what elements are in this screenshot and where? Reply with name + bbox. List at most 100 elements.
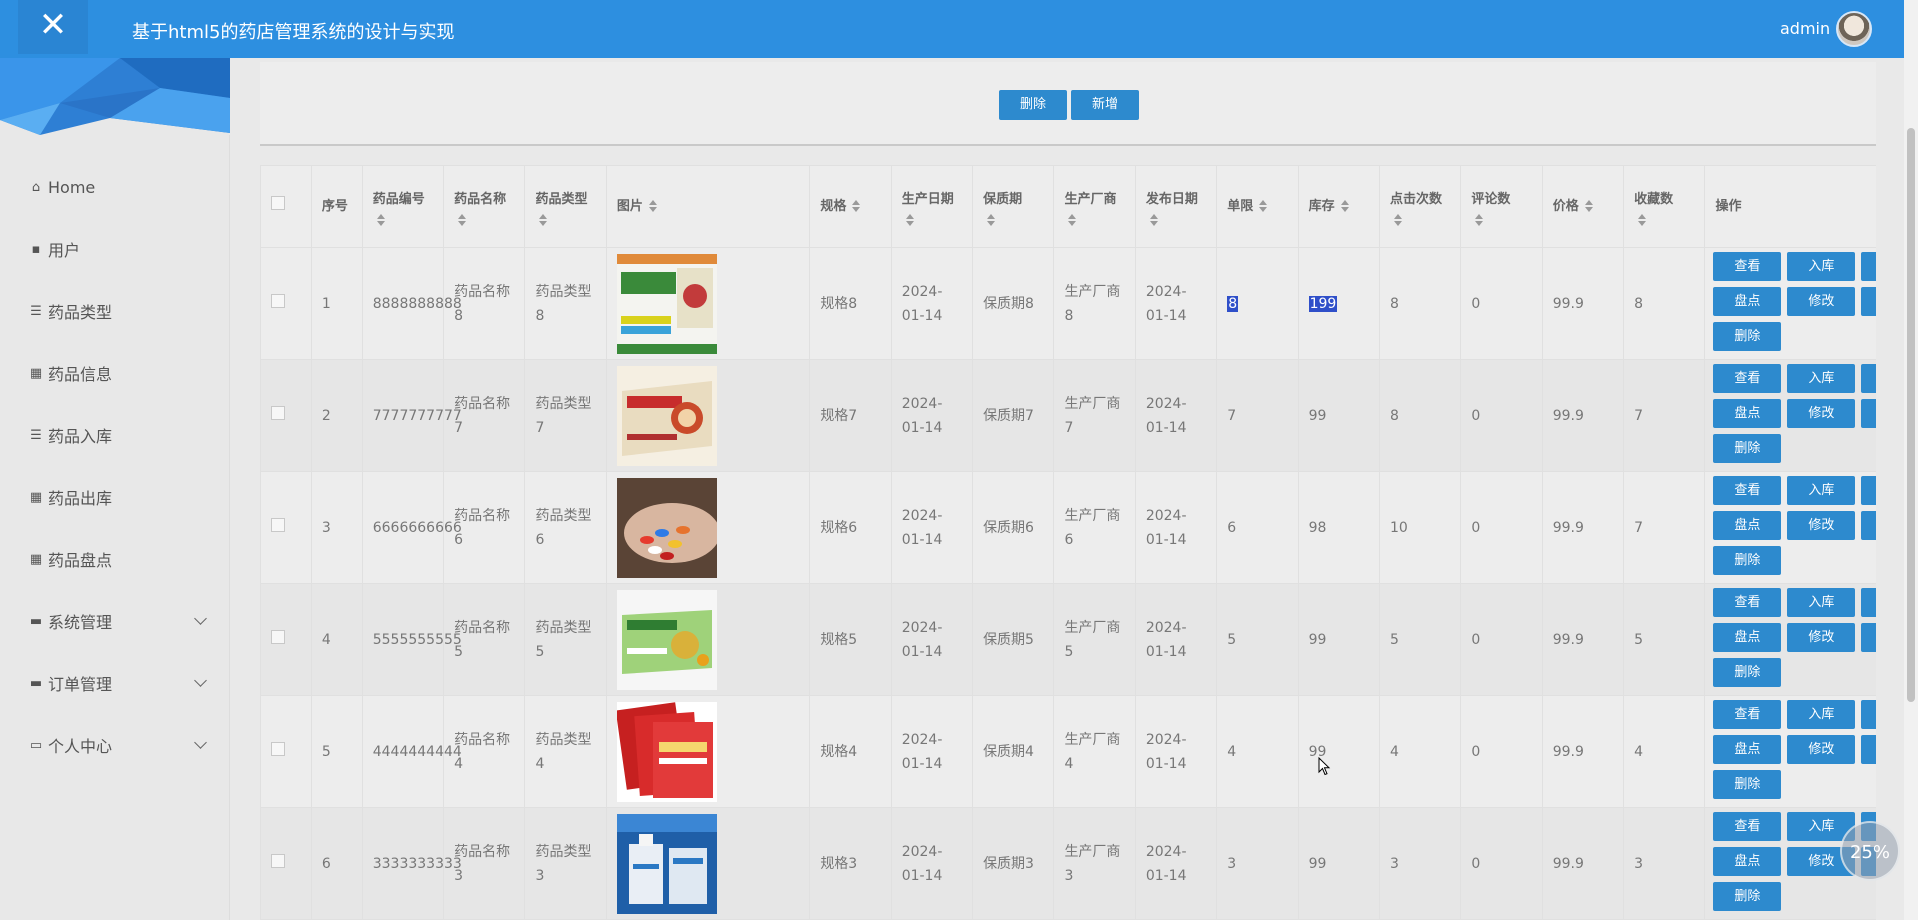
sort-icon[interactable] (1393, 213, 1402, 226)
add-button[interactable]: 新增 (1071, 90, 1139, 120)
column-header[interactable]: 发布日期 (1134, 165, 1218, 248)
edit-button[interactable]: 修改 (1787, 399, 1856, 428)
row-checkbox[interactable] (271, 629, 285, 644)
table-row[interactable]: 2 7777777777 药品名称7 药品类型7 规格7 2024-01-14 保质期7 生产… (260, 359, 1876, 472)
query-button[interactable]: 查看 (1861, 287, 1876, 316)
stock-out-button[interactable]: 出库 (1861, 476, 1876, 505)
column-header[interactable]: 药品名称 (443, 165, 526, 248)
inventory-button[interactable]: 盘点 (1713, 623, 1782, 652)
column-header[interactable]: 药品编号 (361, 165, 445, 248)
page-scrollbar-thumb[interactable] (1907, 128, 1915, 702)
sort-icon[interactable] (1475, 213, 1484, 226)
sidebar-item[interactable]: ▭ 个人中心 (0, 714, 230, 776)
sort-icon[interactable] (1584, 200, 1593, 212)
edit-button[interactable]: 修改 (1787, 735, 1856, 764)
inventory-button[interactable]: 盘点 (1713, 511, 1782, 540)
edit-button[interactable]: 修改 (1787, 287, 1856, 316)
table-row[interactable]: 5 4444444444 药品名称4 药品类型4 规格4 2024-01-14 保质期4 生产… (260, 695, 1876, 808)
sort-icon[interactable] (987, 213, 996, 226)
avatar[interactable] (1836, 11, 1872, 47)
row-checkbox[interactable] (271, 517, 285, 532)
sort-icon[interactable] (648, 200, 657, 212)
sidebar-item[interactable]: ▦ 药品出库 (0, 466, 230, 528)
row-checkbox[interactable] (271, 741, 285, 756)
column-header[interactable]: 保质期 (972, 165, 1055, 248)
drug-image[interactable] (616, 477, 799, 578)
table-row[interactable]: 1 8888888888 药品名称8 药品类型8 规格8 2024-01-14 保质期8 生产… (260, 247, 1876, 360)
stock-out-button[interactable]: 出库 (1861, 364, 1876, 393)
sidebar-item[interactable]: ▪ 用户 (0, 218, 230, 280)
select-all-checkbox[interactable] (271, 195, 285, 210)
edit-button[interactable]: 修改 (1787, 511, 1856, 540)
stock-in-button[interactable]: 入库 (1787, 476, 1856, 505)
delete-row-button[interactable]: 删除 (1713, 434, 1782, 463)
row-checkbox[interactable] (271, 853, 285, 868)
delete-row-button[interactable]: 删除 (1713, 546, 1782, 575)
drug-image[interactable] (616, 365, 799, 466)
column-header[interactable]: 价格 (1541, 165, 1625, 248)
inventory-button[interactable]: 盘点 (1713, 735, 1782, 764)
query-button[interactable]: 查看 (1861, 623, 1876, 652)
sort-icon[interactable] (539, 213, 548, 226)
column-header[interactable]: 生产厂商 (1053, 165, 1136, 248)
stock-out-button[interactable]: 出库 (1861, 252, 1876, 281)
sort-icon[interactable] (1259, 200, 1268, 212)
query-button[interactable]: 查看 (1861, 735, 1876, 764)
column-header[interactable]: 单限 (1216, 165, 1299, 248)
drug-image[interactable] (616, 701, 799, 802)
query-button[interactable]: 查看 (1861, 511, 1876, 540)
column-header[interactable]: 点击次数 (1378, 165, 1462, 248)
column-header[interactable]: 库存 (1297, 165, 1380, 248)
drug-image[interactable] (616, 813, 799, 914)
sort-icon[interactable] (905, 213, 914, 226)
sidebar-item[interactable]: ☰ 药品入库 (0, 404, 230, 466)
drug-image[interactable] (616, 589, 799, 690)
sidebar-item[interactable]: ▬ 系统管理 (0, 590, 230, 652)
stock-in-button[interactable]: 入库 (1787, 252, 1856, 281)
column-header[interactable]: 规格 (809, 165, 892, 248)
delete-row-button[interactable]: 删除 (1713, 658, 1782, 687)
sidebar-item[interactable]: ▬ 订单管理 (0, 652, 230, 714)
delete-button[interactable]: 删除 (999, 90, 1067, 120)
stock-in-button[interactable]: 入库 (1787, 588, 1856, 617)
sort-icon[interactable] (376, 213, 385, 226)
query-button[interactable]: 查看 (1861, 399, 1876, 428)
delete-row-button[interactable]: 删除 (1713, 322, 1782, 351)
stock-in-button[interactable]: 入库 (1787, 700, 1856, 729)
stock-in-button[interactable]: 入库 (1787, 364, 1856, 393)
table-row[interactable]: 6 3333333333 药品名称3 药品类型3 规格3 2024-01-14 保质期3 生产… (260, 807, 1876, 920)
view-button[interactable]: 查看 (1713, 588, 1782, 617)
column-header[interactable]: 生产日期 (890, 165, 974, 248)
drug-image[interactable] (616, 253, 799, 354)
edit-button[interactable]: 修改 (1787, 623, 1856, 652)
sort-icon[interactable] (852, 200, 861, 212)
view-button[interactable]: 查看 (1713, 364, 1782, 393)
page-scrollbar[interactable] (1904, 0, 1918, 920)
table-row[interactable]: 3 6666666666 药品名称6 药品类型6 规格6 2024-01-14 保质期6 生产… (260, 471, 1876, 584)
sort-icon[interactable] (1638, 213, 1647, 226)
inventory-button[interactable]: 盘点 (1713, 287, 1782, 316)
view-button[interactable]: 查看 (1713, 812, 1782, 841)
column-header[interactable]: 评论数 (1460, 165, 1543, 248)
sidebar-item[interactable]: ☰ 药品类型 (0, 280, 230, 342)
inventory-button[interactable]: 盘点 (1713, 847, 1782, 876)
sidebar-item[interactable]: ▦ 药品信息 (0, 342, 230, 404)
view-button[interactable]: 查看 (1713, 476, 1782, 505)
delete-row-button[interactable]: 删除 (1713, 882, 1782, 911)
inventory-button[interactable]: 盘点 (1713, 399, 1782, 428)
username-label[interactable]: admin (1780, 19, 1830, 38)
table-row[interactable]: 4 5555555555 药品名称5 药品类型5 规格5 2024-01-14 保质期5 生产… (260, 583, 1876, 696)
sort-icon[interactable] (1068, 213, 1077, 226)
view-button[interactable]: 查看 (1713, 252, 1782, 281)
sidebar-item[interactable]: ⌂ Home (0, 156, 230, 218)
stock-out-button[interactable]: 出库 (1861, 588, 1876, 617)
view-button[interactable]: 查看 (1713, 700, 1782, 729)
sort-icon[interactable] (1340, 200, 1349, 212)
sort-icon[interactable] (458, 213, 467, 226)
sort-icon[interactable] (1149, 213, 1158, 226)
close-sidebar-button[interactable]: ✕ (18, 0, 88, 54)
column-header[interactable]: 图片 (605, 165, 811, 248)
row-checkbox[interactable] (271, 405, 285, 420)
sidebar-item[interactable]: ▦ 药品盘点 (0, 528, 230, 590)
stock-out-button[interactable]: 出库 (1861, 700, 1876, 729)
